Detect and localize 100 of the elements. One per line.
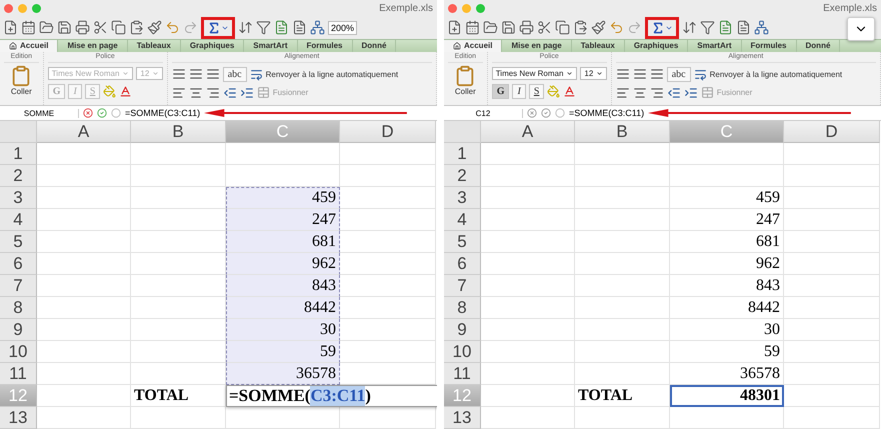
cell-editor[interactable]: =SOMME(C3:C11) — [226, 385, 437, 408]
align-left-icon[interactable] — [616, 86, 630, 100]
select-all-corner[interactable] — [444, 121, 481, 144]
table-cell[interactable] — [481, 341, 575, 364]
table-cell[interactable]: 681 — [670, 231, 784, 254]
table-cell[interactable] — [131, 297, 226, 320]
new-file-icon[interactable] — [3, 20, 18, 36]
table-cell[interactable] — [37, 187, 131, 210]
sum-button[interactable] — [645, 16, 679, 39]
table-cell[interactable] — [784, 165, 880, 188]
table-cell[interactable]: 247 — [670, 209, 784, 232]
row-header[interactable]: 11 — [444, 363, 481, 386]
table-cell[interactable] — [784, 143, 880, 166]
table-cell[interactable] — [481, 363, 575, 386]
align-middle-icon[interactable] — [632, 67, 647, 82]
table-cell[interactable] — [340, 407, 436, 429]
filter-icon[interactable] — [700, 20, 715, 36]
table-cell[interactable]: 59 — [670, 341, 784, 364]
table-cell[interactable] — [37, 143, 131, 166]
table-cell[interactable] — [131, 341, 226, 364]
table-cell[interactable] — [784, 363, 880, 386]
table-cell[interactable] — [575, 341, 670, 364]
maximize-button[interactable] — [476, 4, 485, 13]
wrap-dropdown[interactable]: abc — [666, 66, 691, 82]
table-cell[interactable] — [481, 165, 575, 188]
table-cell[interactable] — [37, 231, 131, 254]
table-cell[interactable] — [37, 297, 131, 320]
redo-icon[interactable] — [183, 20, 198, 36]
font-name-field[interactable]: Times New Roman — [492, 66, 578, 80]
row-header[interactable]: 6 — [0, 253, 37, 276]
paste-button[interactable]: Coller — [448, 62, 483, 98]
calendar-icon[interactable] — [21, 20, 36, 36]
row-header[interactable]: 11 — [0, 363, 37, 386]
table-cell[interactable]: 30 — [226, 319, 340, 342]
new-file-icon[interactable] — [447, 20, 462, 36]
align-bottom-icon[interactable] — [206, 67, 220, 82]
table-cell[interactable] — [131, 319, 226, 342]
table-cell[interactable] — [784, 275, 880, 298]
table-cell[interactable] — [37, 209, 131, 232]
cancel-icon[interactable] — [527, 108, 537, 118]
network-icon[interactable] — [310, 20, 325, 36]
table-cell[interactable] — [340, 209, 436, 232]
table-cell[interactable] — [481, 209, 575, 232]
table-cell[interactable] — [340, 143, 436, 166]
align-middle-icon[interactable] — [188, 67, 203, 82]
table-cell[interactable] — [131, 407, 226, 429]
row-header[interactable]: 4 — [444, 209, 481, 232]
table-cell[interactable]: 30 — [670, 319, 784, 342]
row-header[interactable]: 2 — [444, 165, 481, 188]
paste-button[interactable]: Coller — [4, 62, 39, 98]
table-cell[interactable] — [575, 253, 670, 276]
close-button[interactable] — [448, 4, 457, 13]
sigma-icon[interactable] — [651, 20, 665, 35]
sigma-icon[interactable] — [207, 20, 221, 35]
row-header[interactable]: 13 — [0, 407, 37, 429]
style-button[interactable]: I — [512, 84, 526, 99]
table-cell[interactable] — [784, 385, 880, 408]
row-header[interactable]: 3 — [0, 187, 37, 210]
table-cell[interactable] — [131, 275, 226, 298]
table-cell[interactable]: 843 — [670, 275, 784, 298]
table-cell[interactable] — [784, 341, 880, 364]
confirm-icon[interactable] — [541, 108, 551, 118]
row-header[interactable]: 5 — [0, 231, 37, 254]
font-size-field[interactable]: 12 — [580, 66, 608, 80]
cut-icon[interactable] — [537, 20, 552, 36]
table-cell[interactable] — [575, 143, 670, 166]
row-header[interactable]: 7 — [0, 275, 37, 298]
sum-button[interactable] — [201, 16, 235, 39]
row-header[interactable]: 9 — [444, 319, 481, 342]
cut-icon[interactable] — [93, 20, 108, 36]
table-cell[interactable] — [575, 407, 670, 429]
network-icon[interactable] — [754, 20, 769, 36]
table-cell[interactable] — [784, 187, 880, 210]
wrap-text-label[interactable]: Renvoyer à la ligne automatiquement — [710, 70, 842, 79]
paste-icon[interactable] — [129, 20, 144, 36]
table-cell[interactable]: 962 — [670, 253, 784, 276]
cancel-icon[interactable] — [83, 108, 93, 118]
table-cell[interactable] — [37, 275, 131, 298]
column-header[interactable]: D — [340, 121, 436, 144]
table-cell[interactable] — [37, 341, 131, 364]
row-header[interactable]: 3 — [444, 187, 481, 210]
row-header[interactable]: 5 — [444, 231, 481, 254]
table-cell[interactable] — [37, 319, 131, 342]
table-cell[interactable] — [340, 253, 436, 276]
print-icon[interactable] — [75, 20, 90, 36]
table-cell[interactable]: TOTAL — [575, 385, 670, 408]
row-header[interactable]: 4 — [0, 209, 37, 232]
redo-icon[interactable] — [627, 20, 642, 36]
table-cell[interactable]: 962 — [226, 253, 340, 276]
row-header[interactable]: 8 — [444, 297, 481, 320]
wrap-text-label[interactable]: Renvoyer à la ligne automatiquement — [266, 70, 398, 79]
table-cell[interactable] — [575, 209, 670, 232]
table-cell[interactable] — [226, 407, 340, 429]
table-cell[interactable] — [670, 165, 784, 188]
table-cell[interactable] — [481, 407, 575, 429]
table-cell[interactable] — [481, 385, 575, 408]
align-center-icon[interactable] — [632, 86, 647, 100]
table-cell[interactable] — [575, 165, 670, 188]
style-button[interactable]: G — [492, 84, 510, 99]
indent-icon[interactable] — [684, 86, 698, 100]
